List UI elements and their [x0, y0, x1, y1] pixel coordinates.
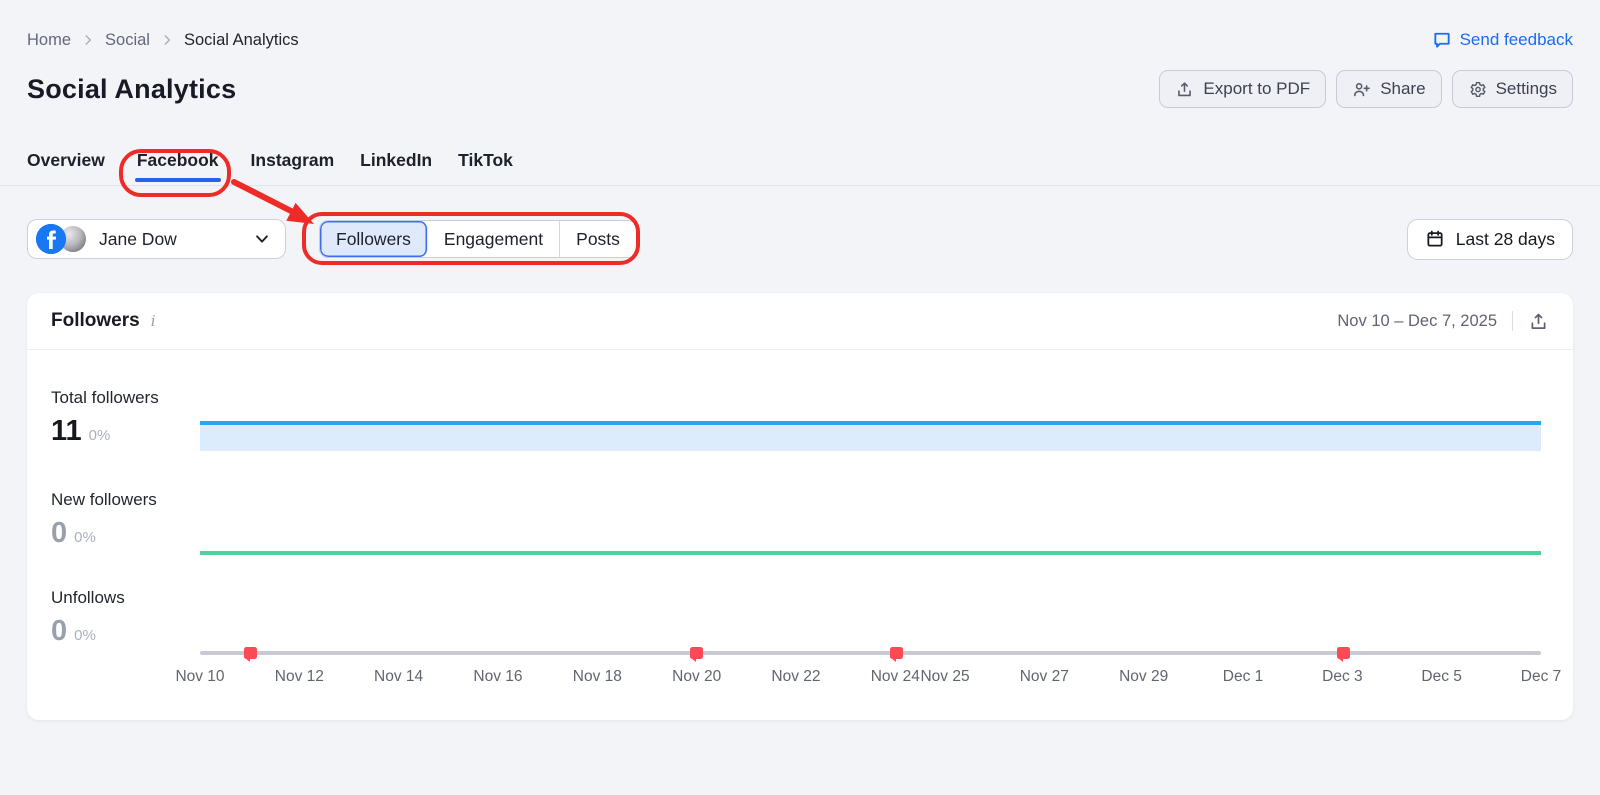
post-marker-icon[interactable]: [243, 647, 257, 662]
tab-overview[interactable]: Overview: [27, 150, 105, 182]
x-tick-label: Nov 14: [374, 668, 424, 685]
date-range-label: Last 28 days: [1455, 228, 1555, 249]
settings-label: Settings: [1495, 79, 1557, 98]
x-tick-label: Dec 3: [1322, 668, 1363, 685]
metric-change: 0%: [88, 427, 111, 444]
metric-unfollows: Unfollows 0 0%: [51, 588, 201, 646]
controls-row: Jane Dow Followers Engagement Posts Last…: [27, 218, 1573, 260]
export-chart-icon[interactable]: [1528, 311, 1549, 332]
total-followers-area: [200, 424, 1541, 451]
profile-selector[interactable]: Jane Dow: [27, 219, 286, 259]
breadcrumb-current: Social Analytics: [183, 30, 299, 49]
export-to-pdf-label: Export to PDF: [1203, 79, 1311, 98]
chevron-right-icon: [81, 33, 95, 47]
metric-label: New followers: [51, 490, 157, 509]
metric-value: 0: [51, 517, 68, 549]
titlebar: Social Analytics Export to PDF Share Set…: [27, 68, 1573, 110]
post-marker-icon[interactable]: [690, 647, 704, 662]
followers-card-header: Followers i Nov 10 – Dec 7, 2025: [27, 293, 1573, 350]
metric-segmented-control: Followers Engagement Posts: [319, 220, 637, 258]
calendar-icon: [1425, 229, 1445, 249]
metric-change: 0%: [74, 627, 96, 644]
x-tick-label: Nov 22: [771, 668, 821, 685]
gear-icon: [1468, 80, 1487, 99]
page-title: Social Analytics: [27, 73, 237, 104]
segment-followers[interactable]: Followers: [320, 221, 428, 257]
x-tick-label: Nov 27: [1019, 668, 1069, 685]
metric-label: Unfollows: [51, 588, 125, 607]
segment-engagement[interactable]: Engagement: [427, 221, 561, 257]
total-followers-line: [200, 421, 1541, 425]
share-label: Share: [1380, 79, 1426, 98]
tabs-divider: [0, 185, 1600, 186]
date-range-button[interactable]: Last 28 days: [1406, 218, 1573, 260]
card-date-range: Nov 10 – Dec 7, 2025: [1337, 311, 1497, 330]
network-tabs: Overview Facebook Instagram LinkedIn Tik…: [27, 150, 513, 182]
x-tick-label: Nov 10: [175, 668, 225, 685]
breadcrumb: Home Social Social Analytics: [27, 31, 299, 50]
chevron-down-icon: [253, 230, 271, 248]
followers-chart: Total followers 11 0% New followers 0 0%…: [27, 350, 1573, 720]
new-followers-line: [200, 551, 1541, 555]
x-tick-label: Nov 25: [920, 668, 970, 685]
tab-tiktok[interactable]: TikTok: [458, 150, 513, 182]
metric-label: Total followers: [51, 388, 159, 407]
x-tick-label: Nov 18: [572, 668, 622, 685]
x-tick-label: Nov 20: [672, 668, 722, 685]
info-icon[interactable]: i: [151, 312, 156, 330]
post-marker-icon[interactable]: [1336, 647, 1350, 662]
breadcrumb-home[interactable]: Home: [27, 31, 71, 50]
metric-change: 0%: [74, 529, 96, 546]
card-title: Followers: [51, 310, 140, 331]
post-marker-icon[interactable]: [889, 647, 903, 662]
plot-area: Nov 10 Nov 12 Nov 14 Nov 16 Nov 18 Nov 20 Nov …: [175, 350, 1561, 720]
topbar: Home Social Social Analytics Send feedba…: [27, 28, 1573, 52]
settings-button[interactable]: Settings: [1451, 70, 1573, 108]
divider: [1512, 311, 1513, 331]
x-tick-label: Nov 29: [1119, 668, 1169, 685]
x-tick-label: Dec 5: [1421, 668, 1462, 685]
segment-posts[interactable]: Posts: [560, 221, 636, 257]
followers-card: Followers i Nov 10 – Dec 7, 2025 Total f…: [27, 293, 1573, 720]
person-plus-icon: [1352, 80, 1371, 99]
x-axis-ticks: Nov 10 Nov 12 Nov 14 Nov 16 Nov 18 Nov 20 Nov …: [175, 668, 1561, 688]
x-tick-label: Nov 24: [870, 668, 920, 685]
facebook-icon: [36, 224, 66, 254]
x-tick-label: Dec 7: [1520, 668, 1562, 685]
share-button[interactable]: Share: [1336, 70, 1442, 108]
breadcrumb-social[interactable]: Social: [105, 31, 150, 50]
tab-facebook[interactable]: Facebook: [133, 150, 223, 182]
x-tick-label: Dec 1: [1222, 668, 1264, 685]
x-tick-label: Nov 12: [274, 668, 324, 685]
x-tick-label: Nov 16: [473, 668, 523, 685]
export-to-pdf-button[interactable]: Export to PDF: [1159, 70, 1327, 108]
header-actions: Export to PDF Share Settings: [1159, 70, 1573, 108]
metric-value: 11: [51, 415, 82, 447]
chat-bubble-icon: [1432, 30, 1452, 50]
send-feedback-link[interactable]: Send feedback: [1432, 30, 1573, 50]
tab-linkedin[interactable]: LinkedIn: [360, 150, 432, 182]
send-feedback-label: Send feedback: [1459, 30, 1573, 49]
profile-name: Jane Dow: [99, 228, 177, 249]
social-analytics-page: Home Social Social Analytics Send feedba…: [0, 0, 1600, 795]
metric-new-followers: New followers 0 0%: [51, 490, 201, 548]
metric-total-followers: Total followers 11 0%: [51, 388, 201, 446]
metric-value: 0: [51, 615, 68, 647]
tab-instagram[interactable]: Instagram: [251, 150, 335, 182]
chevron-right-icon: [160, 33, 174, 47]
upload-icon: [1175, 80, 1194, 99]
